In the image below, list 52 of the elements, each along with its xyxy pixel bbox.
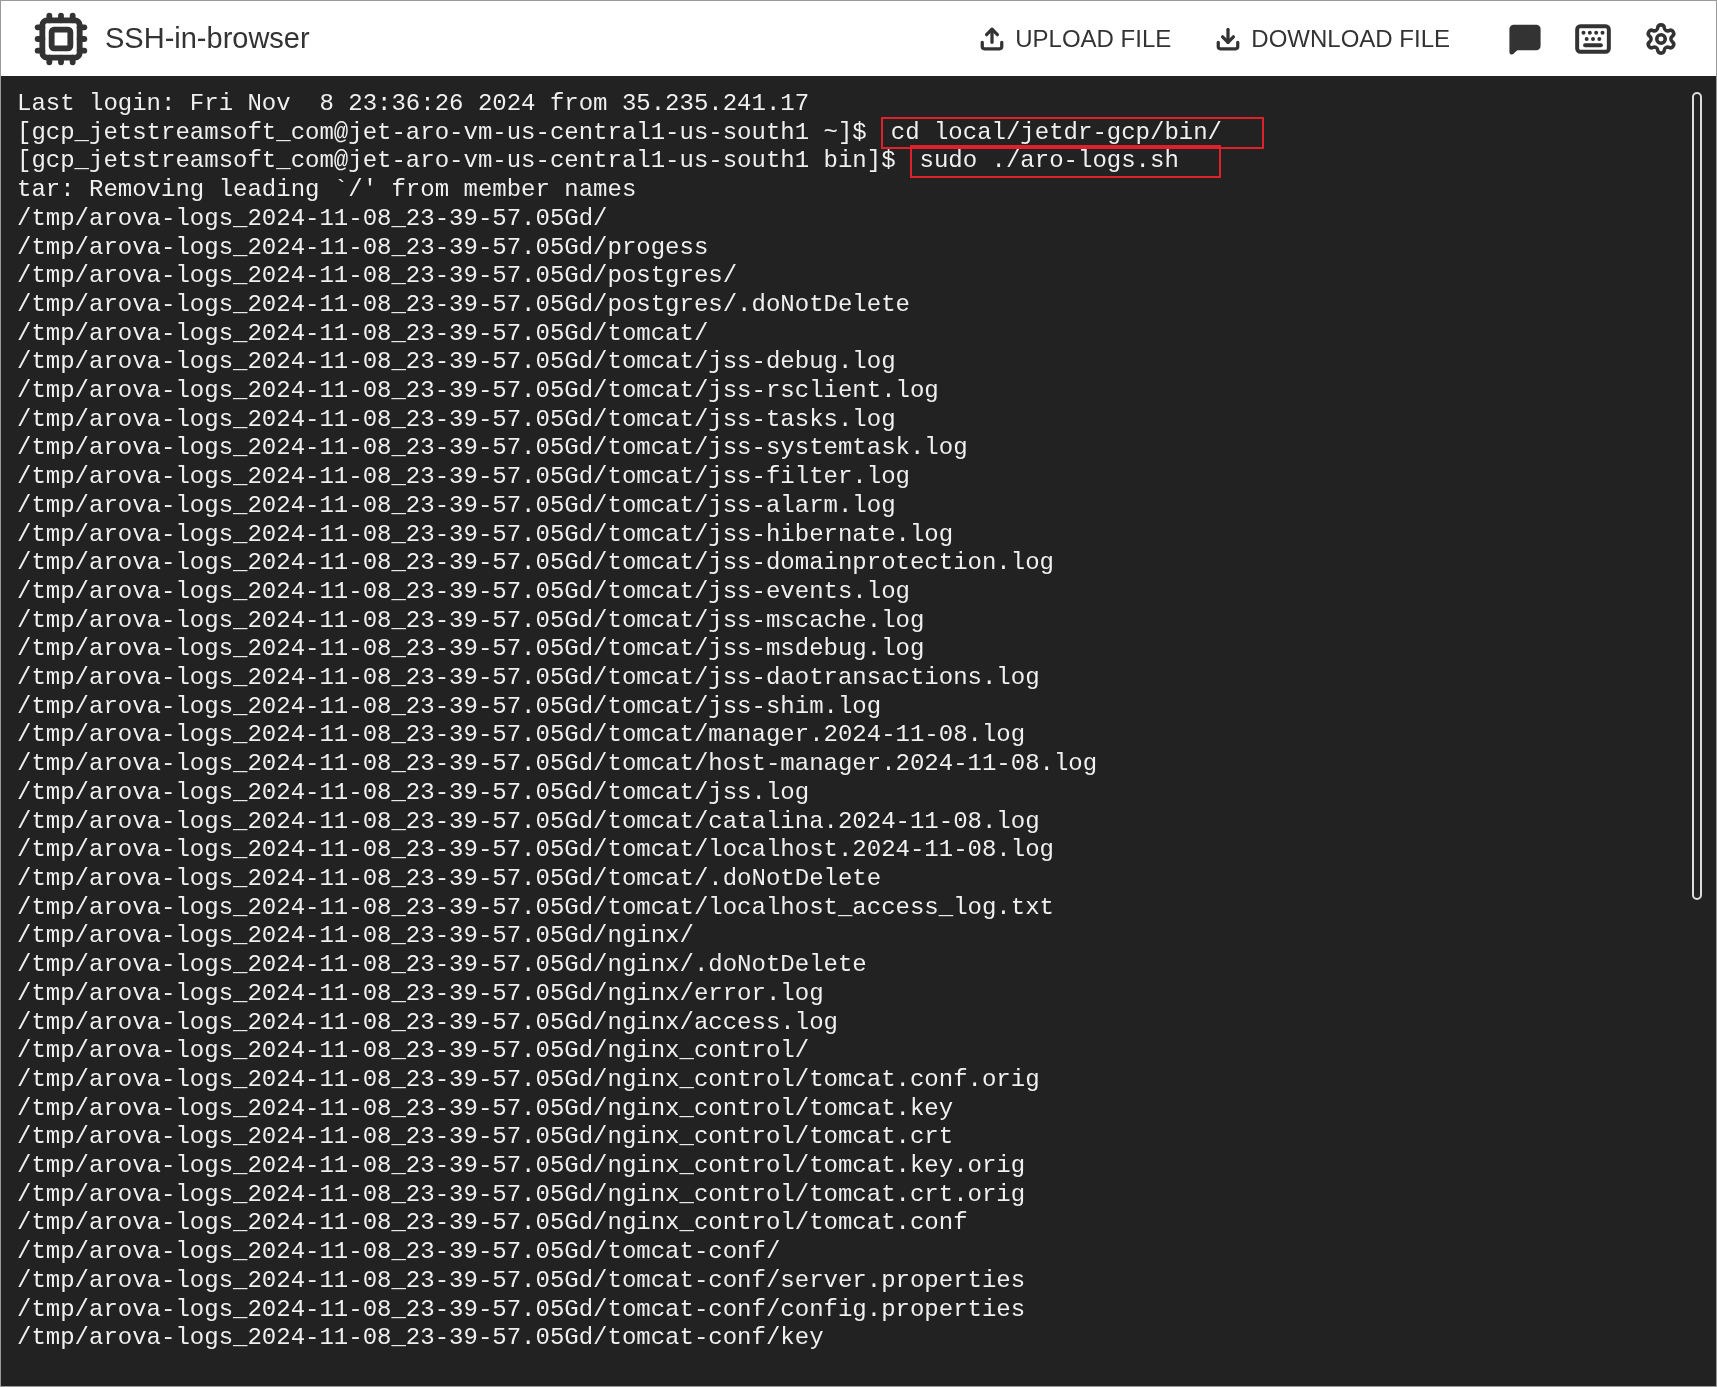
- terminal-output-line: /tmp/arova-logs_2024-11-08_23-39-57.05Gd/nginx_control/tomcat.key: [17, 1094, 954, 1124]
- terminal-output-line: /tmp/arova-logs_2024-11-08_23-39-57.05Gd/tomcat/host-manager.2024-11-08.log: [17, 750, 1098, 779]
- terminal-output-line: Last login: Fri Nov 8 23:36:26 2024 from 35.235.241.17: [17, 90, 810, 119]
- terminal-output-line: /tmp/arova-logs_2024-11-08_23-39-57.05Gd/nginx_control/tomcat.conf.orig: [17, 1065, 1040, 1095]
- terminal-output-line: /tmp/arova-logs_2024-11-08_23-39-57.05Gd/tomcat/jss-rsclient.log: [17, 377, 939, 406]
- terminal-output-line: /tmp/arova-logs_2024-11-08_23-39-57.05Gd/tomcat/jss-systemtask.log: [17, 434, 968, 464]
- terminal-output-line: tar: Removing leading `/' from member names: [17, 176, 637, 205]
- terminal-output-line: /tmp/arova-logs_2024-11-08_23-39-57.05Gd/tomcat/manager.2024-11-08.log: [17, 721, 1026, 751]
- terminal-output-line: /tmp/arova-logs_2024-11-08_23-39-57.05Gd/tomcat-conf/server.properties: [17, 1266, 1026, 1296]
- download-icon: [1215, 25, 1242, 52]
- terminal-output-line: /tmp/arova-logs_2024-11-08_23-39-57.05Gd/progess: [17, 233, 709, 263]
- terminal-output-line: /tmp/arova-logs_2024-11-08_23-39-57.05Gd/: [17, 204, 608, 234]
- terminal-output-line: /tmp/arova-logs_2024-11-08_23-39-57.05Gd/tomcat/localhost_access_log.txt: [17, 893, 1054, 923]
- terminal-output-line: /tmp/arova-logs_2024-11-08_23-39-57.05Gd/tomcat/localhost.2024-11-08.log: [17, 836, 1054, 865]
- terminal-output-line: /tmp/arova-logs_2024-11-08_23-39-57.05Gd/tomcat/jss-events.log: [17, 577, 910, 607]
- terminal-output-line: /tmp/arova-logs_2024-11-08_23-39-57.05Gd/nginx/error.log: [17, 979, 824, 1009]
- terminal-output-line: /tmp/arova-logs_2024-11-08_23-39-57.05Gd/tomcat/jss-debug.log: [17, 348, 896, 378]
- upload-file-button[interactable]: UPLOAD FILE: [967, 14, 1184, 63]
- terminal-output-line: /tmp/arova-logs_2024-11-08_23-39-57.05Gd/tomcat-conf/key: [17, 1324, 824, 1353]
- terminal-output-line: /tmp/arova-logs_2024-11-08_23-39-57.05Gd/tomcat/: [17, 319, 709, 349]
- terminal-output-line: /tmp/arova-logs_2024-11-08_23-39-57.05Gd/tomcat-conf/config.properties: [17, 1295, 1026, 1325]
- terminal-output-line: /tmp/arova-logs_2024-11-08_23-39-57.05Gd/tomcat/jss-shim.log: [17, 692, 882, 722]
- download-file-button[interactable]: DOWNLOAD FILE: [1203, 14, 1462, 63]
- terminal-output-line: /tmp/arova-logs_2024-11-08_23-39-57.05Gd/nginx/.doNotDelete: [17, 951, 867, 980]
- terminal-output-line: /tmp/arova-logs_2024-11-08_23-39-57.05Gd/tomcat/catalina.2024-11-08.log: [17, 807, 1040, 837]
- terminal-output-line: /tmp/arova-logs_2024-11-08_23-39-57.05Gd/postgres/.doNotDelete: [17, 290, 910, 320]
- terminal-output-line: /tmp/arova-logs_2024-11-08_23-39-57.05Gd/tomcat/jss-daotransactions.log: [17, 664, 1040, 693]
- app-title: SSH-in-browser: [105, 20, 310, 56]
- terminal-output-line: /tmp/arova-logs_2024-11-08_23-39-57.05Gd/nginx_control/tomcat.crt: [17, 1123, 954, 1152]
- terminal-output-line: /tmp/arova-logs_2024-11-08_23-39-57.05Gd/tomcat/jss-hibernate.log: [17, 520, 954, 550]
- shell-command: cd local/jetdr-gcp/bin/: [880, 116, 1264, 150]
- terminal-output-line: /tmp/arova-logs_2024-11-08_23-39-57.05Gd/tomcat/jss.log: [17, 778, 810, 808]
- upload-icon: [979, 25, 1006, 52]
- shell-prompt: [gcp_jetstreamsoft_com@jet-aro-vm-us-central1-us-south1 ~]$: [17, 118, 867, 148]
- terminal-output-line: /tmp/arova-logs_2024-11-08_23-39-57.05Gd/tomcat/.doNotDelete: [17, 865, 882, 894]
- terminal-output-line: /tmp/arova-logs_2024-11-08_23-39-57.05Gd/nginx/access.log: [17, 1008, 838, 1038]
- terminal-output-line: /tmp/arova-logs_2024-11-08_23-39-57.05Gd/nginx_control/tomcat.crt.orig: [17, 1180, 1026, 1210]
- terminal-output-line: /tmp/arova-logs_2024-11-08_23-39-57.05Gd/nginx_control/tomcat.conf: [17, 1209, 968, 1239]
- terminal-output-line: /tmp/arova-logs_2024-11-08_23-39-57.05Gd/tomcat/jss-msdebug.log: [17, 635, 925, 665]
- shell-prompt: [gcp_jetstreamsoft_com@jet-aro-vm-us-central1-us-south1 bin]$: [17, 147, 896, 177]
- terminal-output-line: /tmp/arova-logs_2024-11-08_23-39-57.05Gd/tomcat/jss-tasks.log: [17, 405, 896, 435]
- terminal-output-line: /tmp/arova-logs_2024-11-08_23-39-57.05Gd/tomcat/jss-alarm.log: [17, 491, 896, 521]
- terminal-output-line: /tmp/arova-logs_2024-11-08_23-39-57.05Gd/nginx/: [17, 922, 694, 952]
- chip-icon: [33, 10, 89, 67]
- terminal-output-line: /tmp/arova-logs_2024-11-08_23-39-57.05Gd/tomcat/jss-mscache.log: [17, 606, 925, 636]
- shell-command: sudo ./aro-logs.sh: [909, 145, 1221, 179]
- terminal-output-line: /tmp/arova-logs_2024-11-08_23-39-57.05Gd/tomcat/jss-domainprotection.log: [17, 549, 1054, 578]
- terminal-output-line: /tmp/arova-logs_2024-11-08_23-39-57.05Gd/postgres/: [17, 262, 738, 291]
- terminal-output-line: /tmp/arova-logs_2024-11-08_23-39-57.05Gd/nginx_control/: [17, 1037, 810, 1066]
- terminal-output-line: /tmp/arova-logs_2024-11-08_23-39-57.05Gd/tomcat-conf/: [17, 1238, 781, 1267]
- terminal-output-line: /tmp/arova-logs_2024-11-08_23-39-57.05Gd/nginx_control/tomcat.key.orig: [17, 1152, 1026, 1181]
- terminal-output-line: /tmp/arova-logs_2024-11-08_23-39-57.05Gd/tomcat/jss-filter.log: [17, 463, 910, 492]
